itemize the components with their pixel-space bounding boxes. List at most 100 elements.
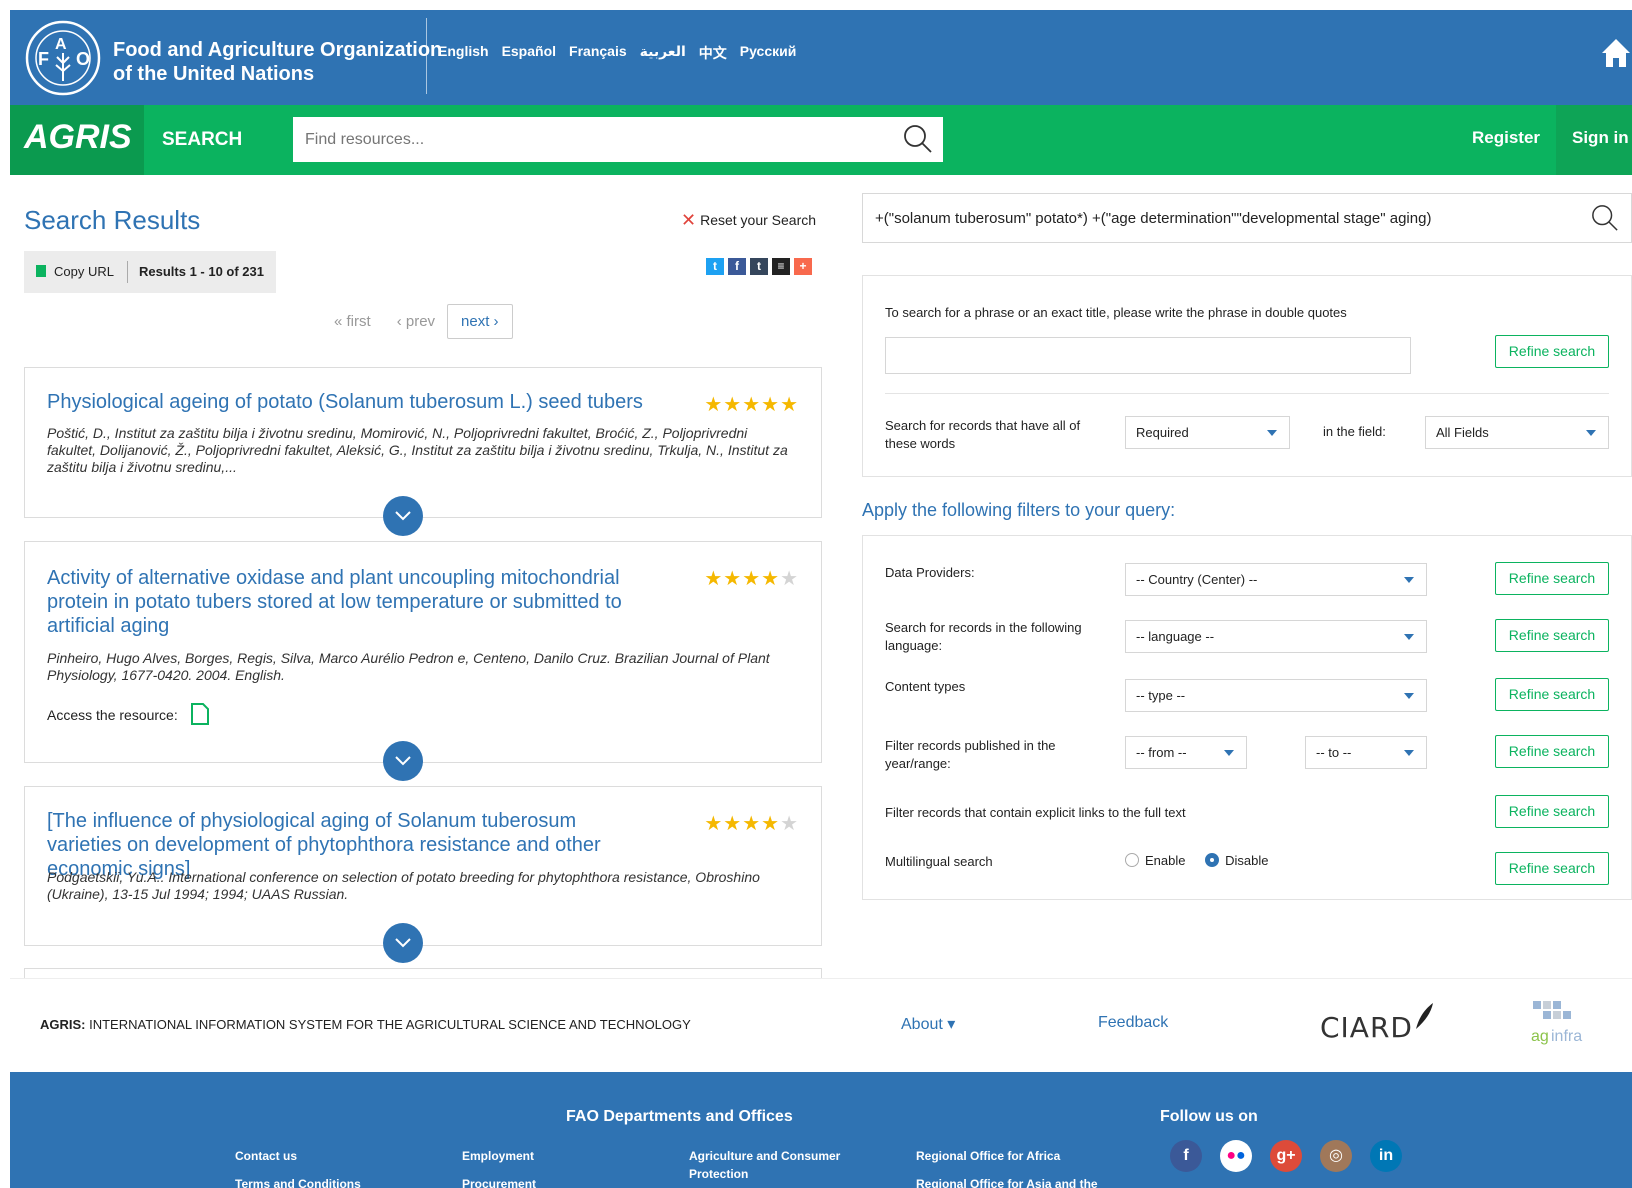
from-select[interactable]: -- from --	[1125, 736, 1247, 769]
divider	[127, 261, 128, 283]
addthis-icon[interactable]: +	[794, 258, 812, 275]
lang-russian[interactable]: Русский	[740, 43, 797, 63]
linkedin-icon[interactable]: in	[1370, 1140, 1402, 1172]
instagram-icon[interactable]: ◎	[1320, 1140, 1352, 1172]
refine-search-button[interactable]: Refine search	[1495, 335, 1609, 368]
document-icon[interactable]	[190, 702, 210, 726]
result-card: Physiological ageing of potato (Solanum …	[24, 367, 822, 518]
caret-down-icon	[1224, 750, 1234, 756]
divider	[885, 393, 1609, 394]
enable-radio[interactable]	[1125, 853, 1139, 867]
language-select[interactable]: -- language --	[1125, 620, 1427, 653]
chevron-down-icon	[395, 938, 411, 948]
in-field-label: in the field:	[1323, 424, 1386, 439]
reset-search-link[interactable]: ✕ Reset your Search	[681, 210, 816, 231]
required-select[interactable]: Required	[1125, 416, 1290, 449]
lang-chinese[interactable]: 中文	[699, 43, 727, 63]
aginfra-logo[interactable]: ag infra	[1525, 997, 1595, 1047]
phrase-input[interactable]	[885, 337, 1411, 374]
follow-title: Follow us on	[1160, 1108, 1258, 1125]
about-menu[interactable]: About ▾	[901, 1014, 955, 1034]
fulltext-label: Filter records that contain explicit lin…	[885, 805, 1186, 820]
ro-asia-link[interactable]: Regional Office for Asia and the	[916, 1175, 1098, 1188]
search-icon[interactable]	[1591, 204, 1619, 232]
lang-francais[interactable]: Français	[569, 43, 627, 63]
refine-search-button[interactable]: Refine search	[1495, 562, 1609, 595]
ciard-logo[interactable]: CIARD	[1320, 1001, 1435, 1044]
field-select[interactable]: All Fields	[1425, 416, 1609, 449]
search-tab[interactable]: SEARCH	[144, 105, 292, 175]
refine-search-button[interactable]: Refine search	[1495, 795, 1609, 828]
agris-footer: AGRIS: INTERNATIONAL INFORMATION SYSTEM …	[10, 978, 1632, 1072]
result-authors: Pinheiro, Hugo Alves, Borges, Regis, Sil…	[47, 650, 770, 683]
contact-link[interactable]: Contact us	[235, 1147, 297, 1165]
results-toolbar: Copy URL Results 1 - 10 of 231	[24, 251, 276, 293]
query-input[interactable]	[863, 194, 1563, 242]
svg-text:F: F	[38, 49, 49, 69]
signin-button[interactable]: Sign in	[1556, 105, 1632, 175]
agris-description: AGRIS: INTERNATIONAL INFORMATION SYSTEM …	[40, 1017, 691, 1032]
tumblr-icon[interactable]: t	[750, 258, 768, 275]
phrase-hint: To search for a phrase or an exact title…	[885, 305, 1347, 320]
agri-consumer-link[interactable]: Agriculture and Consumer Protection	[689, 1147, 849, 1183]
refine-search-button[interactable]: Refine search	[1495, 678, 1609, 711]
copy-url-button[interactable]: Copy URL	[36, 264, 114, 279]
flickr-icon[interactable]: ●●	[1220, 1140, 1252, 1172]
records-label: Search for records that have all of thes…	[885, 418, 1081, 451]
caret-down-icon	[1267, 430, 1277, 436]
expand-button[interactable]	[383, 496, 423, 536]
header-divider	[426, 18, 427, 94]
terms-link[interactable]: Terms and Conditions	[235, 1175, 361, 1188]
lang-english[interactable]: English	[438, 43, 489, 63]
pagination: « first ‹ prev next ›	[334, 304, 513, 339]
data-providers-label: Data Providers:	[885, 565, 975, 580]
language-label: Search for records in the following lang…	[885, 620, 1082, 653]
fao-logo-icon[interactable]: F A O	[24, 19, 102, 97]
employment-link[interactable]: Employment	[462, 1147, 534, 1165]
refine-search-button[interactable]: Refine search	[1495, 735, 1609, 768]
country-select[interactable]: -- Country (Center) --	[1125, 563, 1427, 596]
svg-text:ag: ag	[1531, 1028, 1549, 1045]
result-title[interactable]: Activity of alternative oxidase and plan…	[47, 566, 637, 638]
chevron-down-icon	[395, 756, 411, 766]
fao-footer: FAO Departments and Offices Follow us on…	[10, 1072, 1632, 1188]
expand-button[interactable]	[383, 923, 423, 963]
svg-text:O: O	[76, 49, 90, 69]
agris-logo[interactable]: AGRIS	[10, 105, 144, 175]
type-select[interactable]: -- type --	[1125, 679, 1427, 712]
rating-stars: ★★★★★	[704, 394, 799, 416]
pager-prev[interactable]: ‹ prev	[397, 313, 435, 330]
search-icon[interactable]	[903, 124, 933, 154]
expand-button[interactable]	[383, 741, 423, 781]
lang-arabic[interactable]: العربية	[640, 43, 686, 63]
google-plus-icon[interactable]: g+	[1270, 1140, 1302, 1172]
pager-next[interactable]: next ›	[447, 304, 513, 339]
buffer-icon[interactable]: ≡	[772, 258, 790, 275]
facebook-icon[interactable]: f	[728, 258, 746, 275]
disable-radio[interactable]	[1205, 853, 1220, 867]
register-link[interactable]: Register	[1472, 128, 1540, 148]
rating-stars: ★★★★★	[704, 813, 799, 835]
pager-first[interactable]: « first	[334, 313, 371, 330]
caret-down-icon	[1586, 430, 1596, 436]
procurement-link[interactable]: Procurement	[462, 1175, 536, 1188]
fao-name[interactable]: Food and Agriculture Organization of the…	[113, 38, 442, 86]
top-search-input[interactable]	[293, 117, 873, 162]
feedback-link[interactable]: Feedback	[1098, 1014, 1168, 1032]
refine-search-button[interactable]: Refine search	[1495, 852, 1609, 885]
to-select[interactable]: -- to --	[1305, 736, 1427, 769]
language-switcher: English Español Français العربية 中文 Русс…	[438, 43, 796, 63]
home-icon[interactable]	[1600, 36, 1632, 70]
result-title[interactable]: Physiological ageing of potato (Solanum …	[47, 390, 647, 414]
refine-search-button[interactable]: Refine search	[1495, 619, 1609, 652]
caret-down-icon	[1404, 750, 1414, 756]
rating-stars: ★★★★★	[704, 568, 799, 590]
share-bar: t f t ≡ +	[706, 258, 812, 275]
departments-title: FAO Departments and Offices	[566, 1108, 793, 1125]
filters-panel: Data Providers: -- Country (Center) -- R…	[862, 535, 1632, 900]
twitter-icon[interactable]: t	[706, 258, 724, 275]
caret-down-icon	[1404, 577, 1414, 583]
ro-africa-link[interactable]: Regional Office for Africa	[916, 1147, 1060, 1165]
facebook-icon[interactable]: f	[1170, 1140, 1202, 1172]
lang-espanol[interactable]: Español	[502, 43, 556, 63]
